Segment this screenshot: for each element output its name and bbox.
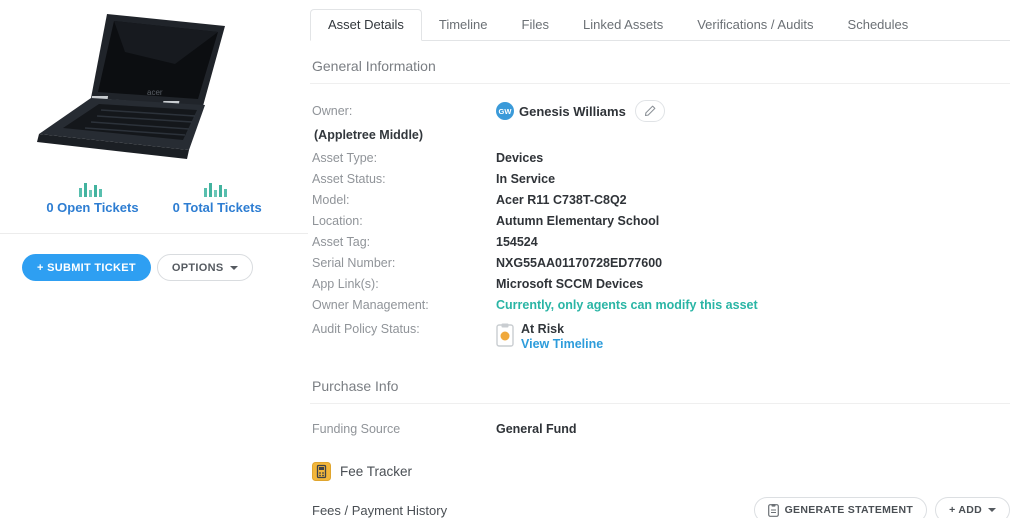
add-fee-label: + ADD	[949, 504, 982, 516]
owner-row: Owner: GW Genesis Williams	[312, 100, 1010, 122]
bar-chart-icon	[79, 183, 103, 197]
open-tickets-label[interactable]: 0 Open Tickets	[46, 200, 138, 215]
asset-actions: + SUBMIT TICKET OPTIONS	[22, 254, 308, 281]
serial-number-label: Serial Number:	[312, 256, 396, 270]
fee-tracker-header: Fee Tracker	[310, 462, 1010, 481]
field-row: Location: Autumn Elementary School	[312, 214, 1010, 228]
tab-schedules[interactable]: Schedules	[831, 10, 926, 40]
tab-verifications-audits[interactable]: Verifications / Audits	[680, 10, 830, 40]
fees-history-title: Fees / Payment History	[312, 502, 448, 518]
location-value: Autumn Elementary School	[496, 214, 660, 228]
audit-status-text: At Risk	[521, 322, 565, 336]
options-label: OPTIONS	[171, 261, 224, 274]
add-fee-button[interactable]: + ADD	[935, 497, 1010, 518]
owner-organization: (Appletree Middle)	[314, 128, 424, 142]
tab-files[interactable]: Files	[505, 10, 566, 40]
edit-owner-button[interactable]	[634, 100, 665, 122]
audit-policy-cell: At Risk View Timeline	[496, 322, 603, 352]
tab-asset-details[interactable]: Asset Details	[310, 9, 422, 41]
funding-source-value: General Fund	[496, 422, 577, 436]
generate-statement-button[interactable]: GENERATE STATEMENT	[753, 497, 928, 518]
chevron-down-icon	[229, 265, 238, 270]
ticket-stats: 0 Open Tickets 0 Total Tickets	[0, 181, 308, 234]
total-tickets-label[interactable]: 0 Total Tickets	[173, 200, 262, 215]
app-links-value: Microsoft SCCM Devices	[496, 277, 644, 291]
owner-management-link[interactable]: Currently, only agents can modify this a…	[496, 298, 758, 312]
asset-detail-content: Asset Details Timeline Files Linked Asse…	[308, 0, 1024, 518]
serial-number-value: NXG55AA01170728ED77600	[496, 256, 663, 270]
document-icon	[767, 503, 779, 517]
location-label: Location:	[312, 214, 363, 228]
purchase-info-title: Purchase Info	[310, 378, 1010, 404]
bar-chart-icon	[204, 183, 228, 197]
generate-statement-label: GENERATE STATEMENT	[784, 504, 914, 516]
svg-text:acer: acer	[147, 88, 163, 97]
model-value: Acer R11 C738T-C8Q2	[496, 193, 627, 207]
funding-source-label: Funding Source	[312, 422, 401, 436]
asset-type-value: Devices	[496, 151, 544, 165]
tab-linked-assets[interactable]: Linked Assets	[566, 10, 680, 40]
asset-status-value: In Service	[496, 172, 556, 186]
owner-management-row: Owner Management: Currently, only agents…	[312, 298, 1010, 312]
audit-policy-row: Audit Policy Status: At Risk View Timeli…	[312, 322, 1010, 352]
funding-source-row: Funding Source General Fund	[310, 422, 1010, 436]
asset-tabs: Asset Details Timeline Files Linked Asse…	[310, 9, 1010, 41]
fees-history-header: Fees / Payment History GENERATE STATEMEN…	[310, 497, 1010, 518]
asset-detail-page: acer 0 Open Tickets 0 Total Tickets + SU…	[0, 0, 1024, 518]
general-information-fields: Owner: GW Genesis Williams (Appletree Mi…	[310, 100, 1010, 352]
field-row: Asset Type: Devices	[312, 151, 1010, 165]
field-row: Model: Acer R11 C738T-C8Q2	[312, 193, 1010, 207]
fee-actions: GENERATE STATEMENT + ADD	[753, 497, 1010, 518]
open-tickets-stat[interactable]: 0 Open Tickets	[46, 181, 139, 215]
field-row: Asset Tag: 154524	[312, 235, 1010, 249]
audit-policy-label: Audit Policy Status:	[312, 322, 420, 336]
pencil-icon	[644, 105, 656, 117]
app-links-label: App Link(s):	[312, 277, 379, 291]
owner-management-label: Owner Management:	[312, 298, 429, 312]
view-timeline-link[interactable]: View Timeline	[521, 336, 603, 352]
owner-name[interactable]: Genesis Williams	[519, 104, 626, 119]
submit-ticket-button[interactable]: + SUBMIT TICKET	[22, 254, 151, 281]
chevron-down-icon	[988, 508, 996, 512]
fee-tracker-title: Fee Tracker	[340, 464, 413, 479]
options-button[interactable]: OPTIONS	[156, 254, 253, 281]
laptop-image: acer	[37, 14, 225, 159]
audit-clipboard-icon	[496, 323, 514, 347]
total-tickets-stat[interactable]: 0 Total Tickets	[173, 181, 262, 215]
asset-status-label: Asset Status:	[312, 172, 386, 186]
field-row: Serial Number: NXG55AA01170728ED77600	[312, 256, 1010, 270]
asset-type-label: Asset Type:	[312, 151, 378, 165]
owner-label: Owner:	[312, 104, 353, 118]
asset-summary-panel: acer 0 Open Tickets 0 Total Tickets + SU…	[0, 0, 308, 518]
fee-tracker-icon	[312, 462, 331, 481]
tab-timeline[interactable]: Timeline	[422, 10, 505, 40]
field-row: Asset Status: In Service	[312, 172, 1010, 186]
general-information-title: General Information	[310, 58, 1010, 84]
avatar: GW	[496, 102, 514, 120]
asset-tag-value: 154524	[496, 235, 538, 249]
field-row: App Link(s): Microsoft SCCM Devices	[312, 277, 1010, 291]
asset-photo: acer	[0, 4, 308, 169]
asset-tag-label: Asset Tag:	[312, 235, 371, 249]
audit-status-block: At Risk View Timeline	[521, 322, 603, 352]
model-label: Model:	[312, 193, 350, 207]
